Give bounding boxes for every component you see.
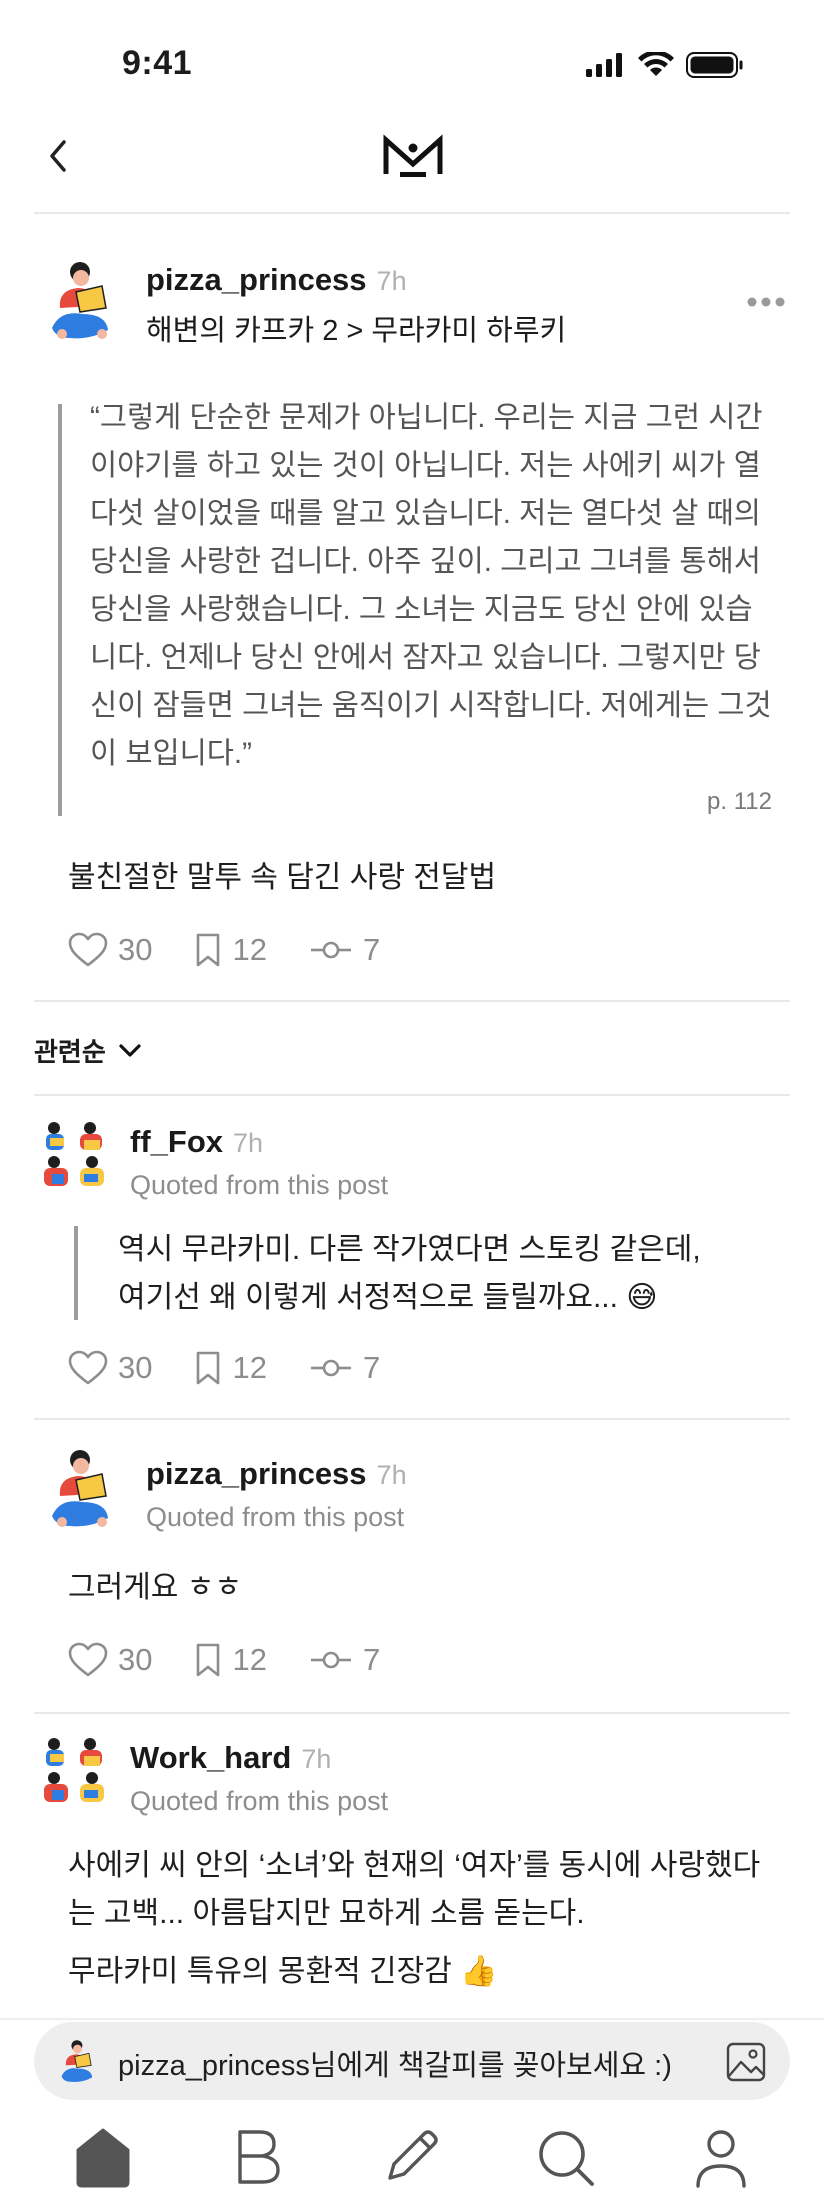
share-count: 7 — [362, 932, 381, 967]
book-quote: “그렇게 단순한 문제가 아닙니다. 우리는 지금 그런 시간 이야기를 하고 … — [90, 394, 790, 778]
search-icon[interactable] — [534, 2126, 596, 2188]
bookmark-composer[interactable]: pizza_princess님에게 책갈피를 꽂아보세요 :) — [34, 2022, 790, 2100]
comment-time: 7h — [376, 1460, 407, 1490]
avatar[interactable] — [50, 258, 114, 342]
comment-divider — [34, 1712, 790, 1714]
write-pencil-icon[interactable] — [380, 2126, 442, 2188]
like-button[interactable]: 30 — [68, 1642, 152, 1678]
bookmark-count: 12 — [232, 1642, 267, 1677]
wifi-icon — [638, 52, 674, 76]
bookmark-icon — [197, 1351, 220, 1385]
comment-text: 그러게요 ㅎㅎ — [68, 1571, 242, 1604]
quote-line: 당신을 사랑한 겁니다. 아주 깊이. 그리고 그녀를 통해서 — [90, 545, 761, 578]
commit-link-icon — [310, 1359, 351, 1377]
post-author-line: pizza_princess 7h — [146, 262, 407, 298]
book-breadcrumb[interactable]: 해변의 카프카 2 > 무라카미 하루키 — [146, 307, 566, 349]
status-time: 9:41 — [122, 44, 193, 82]
bookmark-icon — [197, 933, 220, 967]
share-count: 7 — [362, 1350, 381, 1385]
quote-bar — [74, 1226, 78, 1320]
bookmark-button[interactable]: 12 — [194, 932, 267, 968]
composer-divider — [0, 2018, 824, 2020]
bookmark-count: 12 — [232, 932, 267, 967]
commit-link-icon — [310, 941, 351, 959]
share-button[interactable]: 7 — [309, 1350, 380, 1386]
comment-line: 사에키 씨 안의 ‘소녀’와 현재의 ‘여자’를 동시에 사랑했다 — [68, 1849, 761, 1882]
comment-line: 역시 무라카미. 다른 작가였다면 스토킹 같은데, — [118, 1233, 701, 1266]
comment-actions: 30 12 7 — [68, 1642, 380, 1678]
post-actions: 30 12 7 — [68, 932, 380, 968]
quote-line: 이 보입니다.” — [90, 737, 252, 770]
sort-divider — [34, 1094, 790, 1096]
profile-icon[interactable] — [690, 2126, 752, 2188]
battery-icon — [686, 52, 743, 78]
heart-icon — [68, 1642, 108, 1677]
quoted-from-label[interactable]: Quoted from this post — [146, 1502, 404, 1533]
avatar[interactable] — [40, 1120, 112, 1192]
sort-label: 관련순 — [34, 1037, 106, 1067]
like-count: 30 — [118, 932, 153, 967]
comment-line: 는 고백... 아름답지만 묘하게 소름 돋는다. — [68, 1897, 585, 1930]
comment-text: 사에키 씨 안의 ‘소녀’와 현재의 ‘여자’를 동시에 사랑했다 는 고백..… — [68, 1842, 760, 1996]
share-button[interactable]: 7 — [309, 1642, 380, 1678]
quote-line: 당신을 사랑했습니다. 그 소녀는 지금도 당신 안에 있습 — [90, 593, 753, 626]
app-logo-icon[interactable] — [382, 134, 444, 178]
heart-icon — [68, 1350, 108, 1385]
status-icons — [586, 52, 744, 78]
comment-author-line: pizza_princess 7h — [146, 1456, 407, 1492]
bookmark-count: 12 — [232, 1350, 267, 1385]
quote-line: 이야기를 하고 있는 것이 아닙니다. 저는 사에키 씨가 열 — [90, 449, 761, 482]
comment-time: 7h — [233, 1128, 264, 1158]
post-divider — [34, 1000, 790, 1002]
header-divider — [34, 212, 790, 214]
quote-line: 니다. 언제나 당신 안에서 잠자고 있습니다. 그렇지만 당 — [90, 641, 761, 674]
home-icon[interactable] — [72, 2126, 134, 2188]
like-button[interactable]: 30 — [68, 1350, 152, 1386]
comment-divider — [34, 1418, 790, 1420]
comment-line: 무라카미 특유의 몽환적 긴장감 👍 — [68, 1955, 498, 1988]
comment-author-line: ff_Fox 7h — [130, 1124, 263, 1160]
quote-bar — [58, 404, 62, 816]
quote-line: 다섯 살이었을 때를 알고 있습니다. 저는 열다섯 살 때의 — [90, 497, 761, 530]
composer-placeholder[interactable]: pizza_princess님에게 책갈피를 꽂아보세요 :) — [118, 2042, 672, 2084]
page-number: p. 112 — [707, 788, 772, 815]
avatar[interactable] — [40, 1736, 112, 1808]
bookmark-icon — [197, 1643, 220, 1677]
heart-icon — [68, 932, 108, 967]
sort-dropdown[interactable]: 관련순 — [34, 1032, 142, 1069]
comment-actions: 30 12 7 — [68, 1350, 380, 1386]
commit-link-icon — [310, 1651, 351, 1669]
quoted-from-label[interactable]: Quoted from this post — [130, 1786, 388, 1817]
comment-username[interactable]: Work_hard — [130, 1740, 291, 1775]
like-count: 30 — [118, 1642, 153, 1677]
comment-username[interactable]: pizza_princess — [146, 1456, 367, 1491]
avatar — [61, 2040, 93, 2082]
share-button[interactable]: 7 — [309, 932, 380, 968]
more-options-icon[interactable] — [746, 296, 786, 308]
comment-username[interactable]: ff_Fox — [130, 1124, 223, 1159]
comment-line: 여기선 왜 이렇게 서정적으로 들릴까요... 😅 — [118, 1281, 658, 1314]
bookmark-button[interactable]: 12 — [194, 1350, 267, 1386]
like-count: 30 — [118, 1350, 153, 1385]
top-nav — [0, 120, 824, 212]
quote-line: 신이 잠들면 그녀는 움직이기 시작합니다. 저에게는 그것 — [90, 689, 772, 722]
post-username[interactable]: pizza_princess — [146, 262, 367, 297]
comment-author-line: Work_hard 7h — [130, 1740, 331, 1776]
avatar[interactable] — [50, 1446, 114, 1530]
comment-time: 7h — [301, 1744, 332, 1774]
quoted-from-label[interactable]: Quoted from this post — [130, 1170, 388, 1201]
quote-line: “그렇게 단순한 문제가 아닙니다. 우리는 지금 그런 시간 — [90, 401, 763, 434]
like-button[interactable]: 30 — [68, 932, 152, 968]
post-time: 7h — [376, 266, 407, 296]
library-b-icon[interactable] — [226, 2126, 288, 2188]
chevron-down-icon — [119, 1043, 141, 1057]
bottom-tab-bar — [0, 2098, 824, 2208]
cellular-signal-icon — [586, 53, 622, 77]
bookmark-button[interactable]: 12 — [194, 1642, 267, 1678]
comment-quote: 역시 무라카미. 다른 작가였다면 스토킹 같은데, 여기선 왜 이렇게 서정적… — [118, 1226, 701, 1322]
share-count: 7 — [362, 1642, 381, 1677]
back-chevron-icon[interactable] — [44, 136, 72, 176]
image-attach-icon[interactable] — [726, 2042, 766, 2082]
post-caption: 불친절한 말투 속 담긴 사랑 전달법 — [68, 861, 497, 894]
